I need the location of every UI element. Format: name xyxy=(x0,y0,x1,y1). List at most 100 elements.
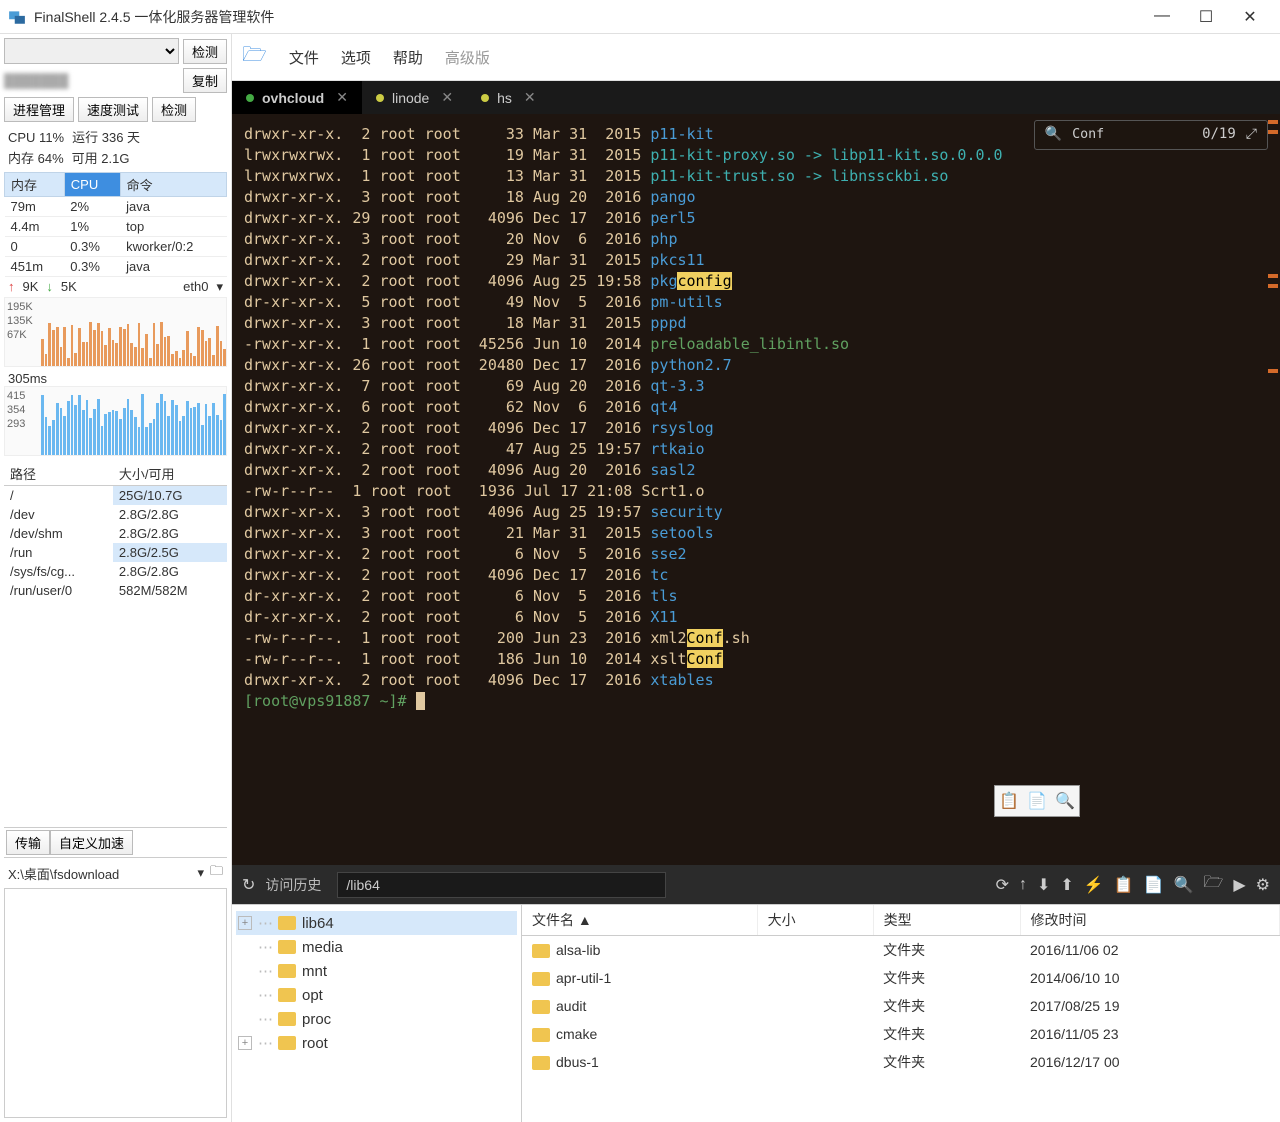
table-row[interactable]: /run2.8G/2.5G xyxy=(4,543,227,562)
upload-icon[interactable]: ↑ xyxy=(1019,876,1027,894)
custom-accel-tab[interactable]: 自定义加速 xyxy=(50,830,133,855)
tab-hs[interactable]: hs✕ xyxy=(467,81,550,114)
table-row[interactable]: /run/user/0582M/582M xyxy=(4,581,227,600)
close-button[interactable]: ✕ xyxy=(1240,7,1260,27)
col-cpu[interactable]: CPU xyxy=(64,172,120,196)
session-tabs: ovhcloud✕linode✕hs✕ xyxy=(232,81,1280,114)
file-browser: +⋯lib64⋯media⋯mnt⋯opt⋯proc+⋯root 文件名 ▲ 大… xyxy=(232,904,1280,1122)
folder-icon[interactable]: 🗀 xyxy=(210,862,223,884)
table-row[interactable]: /dev2.8G/2.8G xyxy=(4,505,227,524)
col-filename[interactable]: 文件名 ▲ xyxy=(522,905,757,936)
terminal-line: drwxr-xr-x. 2 root root 29 Mar 31 2015 p… xyxy=(244,250,1268,271)
tab-ovhcloud[interactable]: ovhcloud✕ xyxy=(232,81,362,114)
col-mtime[interactable]: 修改时间 xyxy=(1020,905,1279,936)
close-icon[interactable]: ✕ xyxy=(524,89,536,106)
terminal-line: drwxr-xr-x. 6 root root 62 Nov 6 2016 qt… xyxy=(244,397,1268,418)
col-type[interactable]: 类型 xyxy=(873,905,1020,936)
bolt-icon[interactable]: ⚡ xyxy=(1084,875,1104,895)
col-cmd[interactable]: 命令 xyxy=(120,172,226,196)
speed-test-button[interactable]: 速度测试 xyxy=(78,97,148,122)
refresh-icon[interactable]: ⟳ xyxy=(996,875,1009,895)
open-folder-icon[interactable]: 🗁 xyxy=(242,40,267,74)
menu-options[interactable]: 选项 xyxy=(341,47,371,68)
tree-item-lib64[interactable]: +⋯lib64 xyxy=(236,911,517,935)
host-select[interactable] xyxy=(4,38,179,64)
copy-icon[interactable]: 📋 xyxy=(999,790,1019,812)
terminal-line: drwxr-xr-x. 2 root root 4096 Dec 17 2016… xyxy=(244,565,1268,586)
folder-icon xyxy=(278,916,296,930)
table-row[interactable]: /dev/shm2.8G/2.8G xyxy=(4,524,227,543)
tree-item-media[interactable]: ⋯media xyxy=(236,935,517,959)
transfer-tab[interactable]: 传输 xyxy=(6,830,50,855)
tree-item-proc[interactable]: ⋯proc xyxy=(236,1007,517,1031)
path-input[interactable] xyxy=(337,872,665,898)
local-path: X:\桌面\fsdownload xyxy=(8,864,197,883)
status-dot-icon xyxy=(481,94,489,102)
terminal[interactable]: 🔍 0/19 ⤢ 📋 📄 🔍 drwxr-xr-x. 2 root root 3… xyxy=(232,114,1280,865)
network-stats: ↑9K ↓5K eth0 ▾ xyxy=(4,277,227,297)
search-icon: 🔍 xyxy=(1045,125,1062,145)
close-icon[interactable]: ✕ xyxy=(441,89,453,106)
status-dot-icon xyxy=(376,94,384,102)
dropdown-icon[interactable]: ▾ xyxy=(197,865,204,881)
terminal-line: drwxr-xr-x. 7 root root 69 Aug 20 2016 q… xyxy=(244,376,1268,397)
open-icon[interactable]: 🗁 xyxy=(1204,871,1224,898)
search-input[interactable] xyxy=(1072,127,1192,142)
copy2-icon[interactable]: 📋 xyxy=(1114,875,1134,895)
table-row[interactable]: 4.4m1%top xyxy=(5,216,227,236)
detect2-button[interactable]: 检测 xyxy=(152,97,196,122)
search-counter: 0/19 xyxy=(1202,125,1236,145)
folder-icon xyxy=(278,988,296,1002)
table-row[interactable]: 79m2%java xyxy=(5,196,227,216)
tree-item-opt[interactable]: ⋯opt xyxy=(236,983,517,1007)
close-icon[interactable]: ✕ xyxy=(336,89,348,106)
file-list: 文件名 ▲ 大小 类型 修改时间 alsa-lib文件夹2016/11/06 0… xyxy=(522,905,1280,1076)
paste2-icon[interactable]: 📄 xyxy=(1144,875,1164,895)
list-item[interactable]: alsa-lib文件夹2016/11/06 02 xyxy=(522,936,1280,965)
copy-button[interactable]: 复制 xyxy=(183,68,227,93)
tab-linode[interactable]: linode✕ xyxy=(362,81,467,114)
terminal-line: -rw-r--r-- 1 root root 1936 Jul 17 21:08… xyxy=(244,481,1268,502)
history-icon[interactable]: ↻ xyxy=(242,875,255,895)
list-item[interactable]: apr-util-1文件夹2014/06/10 10 xyxy=(522,964,1280,992)
list-item[interactable]: dbus-1文件夹2016/12/17 00 xyxy=(522,1048,1280,1076)
tree-item-root[interactable]: +⋯root xyxy=(236,1031,517,1055)
list-item[interactable]: audit文件夹2017/08/25 19 xyxy=(522,992,1280,1020)
detect-button[interactable]: 检测 xyxy=(183,39,227,64)
terminal-search-bar: 🔍 0/19 ⤢ xyxy=(1034,120,1268,150)
network-chart: 195K135K67K xyxy=(4,297,227,367)
terminal-line: drwxr-xr-x. 2 root root 6 Nov 5 2016 sse… xyxy=(244,544,1268,565)
search2-icon[interactable]: 🔍 xyxy=(1174,875,1194,895)
terminal-line: drwxr-xr-x. 2 root root 4096 Aug 20 2016… xyxy=(244,460,1268,481)
process-manager-button[interactable]: 进程管理 xyxy=(4,97,74,122)
download-icon: ↓ xyxy=(46,279,53,294)
menu-file[interactable]: 文件 xyxy=(289,47,319,68)
col-size[interactable]: 大小 xyxy=(757,905,873,936)
list-item[interactable]: cmake文件夹2016/11/05 23 xyxy=(522,1020,1280,1048)
terminal-line: drwxr-xr-x. 3 root root 4096 Aug 25 19:5… xyxy=(244,502,1268,523)
tree-item-mnt[interactable]: ⋯mnt xyxy=(236,959,517,983)
latency-chart: 415354293 xyxy=(4,386,227,456)
col-mem[interactable]: 内存 xyxy=(5,172,65,196)
download-icon[interactable]: ⬇ xyxy=(1037,875,1050,895)
paste-icon[interactable]: 📄 xyxy=(1027,790,1047,812)
table-row[interactable]: /25G/10.7G xyxy=(4,485,227,505)
dropdown-icon[interactable]: ▾ xyxy=(216,279,223,295)
maximize-button[interactable]: ☐ xyxy=(1196,7,1216,27)
folder-icon xyxy=(278,1012,296,1026)
expand-icon[interactable]: ⤢ xyxy=(1246,125,1257,145)
latency-label: 305ms xyxy=(4,367,227,386)
scroll-indicator xyxy=(1268,114,1278,865)
play-icon[interactable]: ▶ xyxy=(1233,875,1245,895)
upload2-icon[interactable]: ⬆ xyxy=(1060,875,1073,895)
menu-help[interactable]: 帮助 xyxy=(393,47,423,68)
table-row[interactable]: 451m0.3%java xyxy=(5,256,227,276)
folder-icon xyxy=(532,1056,550,1070)
menu-advanced[interactable]: 高级版 xyxy=(445,47,490,68)
table-row[interactable]: 00.3%kworker/0:2 xyxy=(5,236,227,256)
terminal-line: -rw-r--r--. 1 root root 200 Jun 23 2016 … xyxy=(244,628,1268,649)
minimize-button[interactable]: — xyxy=(1152,7,1172,27)
settings-icon[interactable]: ⚙ xyxy=(1256,875,1270,895)
table-row[interactable]: /sys/fs/cg...2.8G/2.8G xyxy=(4,562,227,581)
find-icon[interactable]: 🔍 xyxy=(1055,790,1075,812)
